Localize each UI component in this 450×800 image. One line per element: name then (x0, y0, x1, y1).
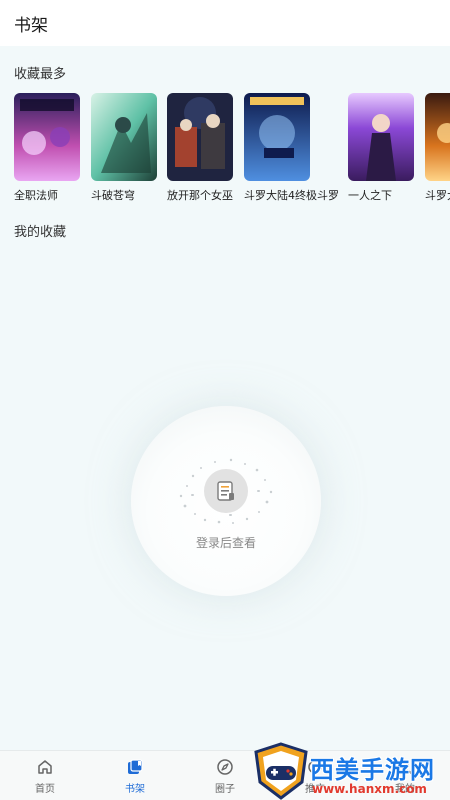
book-cover[interactable] (167, 93, 233, 181)
book-title: 斗破苍穹 (91, 189, 135, 202)
login-prompt-text[interactable]: 登录后查看 (131, 534, 321, 551)
book-shelf-row[interactable]: 全职法师 斗破苍穹 放开那个女巫 斗罗大陆4终极斗罗 一人之下 斗罗 (14, 93, 450, 208)
tab-label: 书架 (125, 783, 145, 795)
tab-bookshelf[interactable]: 书架 (90, 751, 180, 800)
app-header: 书架 (0, 0, 450, 46)
compass-icon (217, 758, 233, 775)
document-list-icon (204, 469, 248, 513)
book-cover[interactable] (244, 93, 310, 181)
gamepad-shield-icon (254, 742, 308, 800)
my-favorites-title: 我的收藏 (14, 225, 67, 240)
watermark-name: 西美手游网 (310, 756, 435, 784)
book-card[interactable]: 一人之下 (348, 93, 414, 203)
book-title: 全职法师 (14, 189, 58, 202)
book-title: 一人之下 (348, 189, 392, 202)
empty-state: 登录后查看 (131, 406, 321, 596)
most-favorited-title: 收藏最多 (14, 67, 67, 82)
book-card[interactable]: 斗罗大陆4终极斗罗 (244, 93, 339, 203)
book-cover[interactable] (91, 93, 157, 181)
home-icon (38, 759, 52, 774)
book-title: 斗罗大 (425, 189, 450, 202)
site-watermark: 西美手游网 www.hanxm.com (252, 742, 450, 800)
watermark-url: www.hanxm.com (312, 782, 427, 796)
tab-label: 圈子 (215, 783, 235, 795)
book-title: 斗罗大陆4终极斗罗 (244, 189, 339, 202)
book-card[interactable]: 放开那个女巫 (167, 93, 233, 203)
bookshelf-icon (128, 758, 143, 774)
tab-label: 首页 (35, 783, 55, 795)
book-card[interactable]: 斗罗大 (425, 93, 450, 203)
book-card[interactable]: 全职法师 (14, 93, 80, 203)
book-title: 放开那个女巫 (167, 189, 233, 202)
book-cover[interactable] (425, 93, 450, 181)
book-card[interactable]: 斗破苍穹 (91, 93, 157, 203)
tab-home[interactable]: 首页 (0, 751, 90, 800)
book-cover[interactable] (348, 93, 414, 181)
page-title: 书架 (14, 15, 48, 36)
book-cover[interactable] (14, 93, 80, 181)
